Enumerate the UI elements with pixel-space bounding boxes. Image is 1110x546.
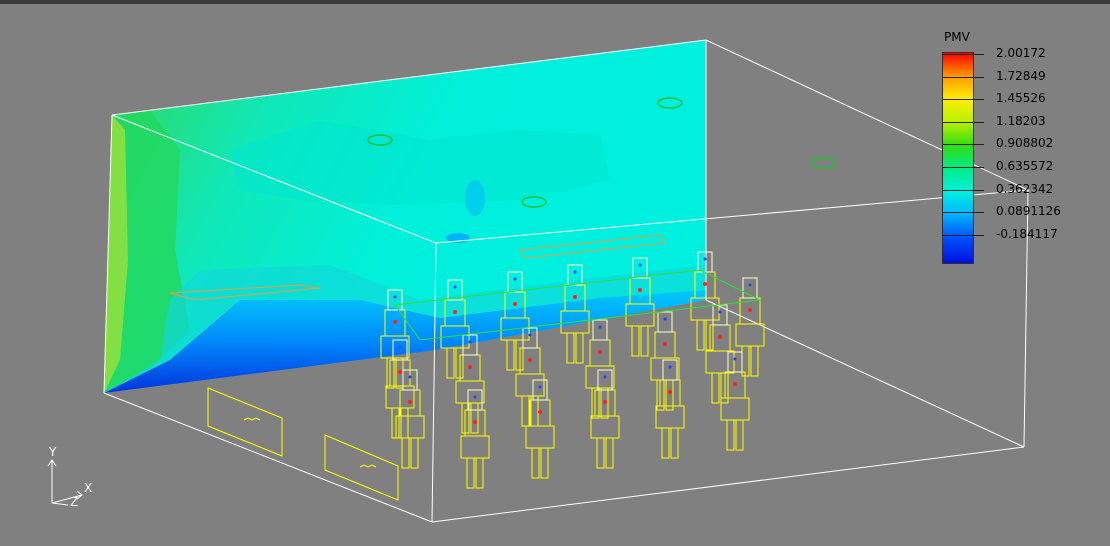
pmv-legend: PMV 2.00172 1.72849 1.45526 1.18203 0.908802… [942, 30, 1102, 264]
occupant-figure [720, 351, 750, 451]
occupant-figure [735, 277, 765, 377]
axis-label-z: Z [70, 495, 79, 509]
occupant-figure [590, 369, 620, 469]
occupant-figure [460, 389, 490, 489]
axes-triad: Y X Z [40, 445, 100, 510]
legend-tick [942, 167, 984, 168]
legend-value-label: 1.18203 [996, 113, 1046, 128]
legend-value-label: 0.362342 [996, 181, 1054, 196]
legend-tick [942, 212, 984, 214]
legend-value-label: 0.0891126 [996, 204, 1061, 219]
occupant-figure [455, 334, 485, 434]
axis-label-y: Y [49, 445, 57, 459]
legend-value-label: 2.00172 [996, 46, 1046, 60]
occupant-figure [655, 359, 685, 459]
occupant-figure [585, 319, 615, 419]
legend-tick [942, 99, 984, 101]
axis-label-x: X [84, 481, 93, 495]
legend-tick [942, 121, 984, 123]
occupant-figure [525, 379, 555, 479]
legend-tick [942, 144, 984, 146]
occupant-figure [650, 311, 680, 411]
legend-title: PMV [944, 30, 970, 44]
legend-value-label: 1.72849 [996, 68, 1046, 83]
legend-value-label: 1.45526 [996, 91, 1046, 106]
legend-color-bar [942, 52, 974, 264]
legend-tick [942, 189, 984, 191]
legend-tick [942, 234, 984, 236]
legend-value-label: -0.184117 [996, 226, 1058, 241]
legend-value-label: 0.908802 [996, 136, 1054, 151]
legend-tick [942, 76, 984, 78]
legend-tick [942, 54, 984, 55]
floor-vents [207, 387, 399, 501]
legend-value-label: 0.635572 [996, 159, 1054, 173]
